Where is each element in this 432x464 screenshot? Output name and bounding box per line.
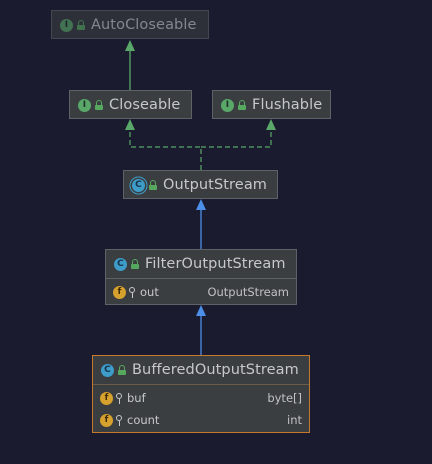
class-name: BufferedOutputStream <box>132 362 299 378</box>
protected-key-icon <box>129 287 135 298</box>
field-list: f out OutputStream <box>106 278 296 306</box>
node-bufferedoutputstream[interactable]: C BufferedOutputStream f buf byte[] f co… <box>92 355 310 433</box>
node-header: C BufferedOutputStream <box>93 356 309 384</box>
field-row[interactable]: f buf byte[] <box>93 387 309 409</box>
abstract-class-icon: C <box>132 178 145 192</box>
public-lock-icon <box>238 100 246 110</box>
class-name: AutoCloseable <box>91 17 197 33</box>
public-lock-icon <box>95 100 103 110</box>
uml-diagram-canvas: I AutoCloseable I Closeable I Flushable … <box>0 0 432 464</box>
field-icon: f <box>100 391 113 405</box>
field-name: out <box>140 285 159 299</box>
interface-icon: I <box>221 98 234 112</box>
field-name: count <box>127 413 160 427</box>
public-lock-icon <box>77 20 85 30</box>
node-closeable[interactable]: I Closeable <box>69 90 192 119</box>
field-type: OutputStream <box>207 285 289 299</box>
field-type: int <box>287 413 302 427</box>
field-list: f buf byte[] f count int <box>93 384 309 434</box>
class-name: OutputStream <box>163 177 268 193</box>
edge-filteroutputstream-extends-outputstream <box>196 199 206 249</box>
node-header: I AutoCloseable <box>52 11 208 39</box>
node-filteroutputstream[interactable]: C FilterOutputStream f out OutputStream <box>105 249 297 305</box>
field-icon: f <box>113 285 126 299</box>
node-autocloseable[interactable]: I AutoCloseable <box>51 10 209 39</box>
field-row[interactable]: f out OutputStream <box>106 281 296 303</box>
edge-closeable-extends-autocloseable <box>125 40 135 90</box>
interface-icon: I <box>78 98 91 112</box>
node-outputstream[interactable]: C OutputStream <box>123 170 278 199</box>
class-icon: C <box>101 363 114 377</box>
class-name: Closeable <box>109 97 181 113</box>
public-lock-icon <box>118 365 126 375</box>
field-row[interactable]: f count int <box>93 409 309 431</box>
class-name: FilterOutputStream <box>145 256 286 272</box>
field-icon: f <box>100 413 113 427</box>
edge-outputstream-implements-closeable <box>125 119 202 170</box>
node-header: I Flushable <box>213 91 330 119</box>
edge-outputstream-implements-flushable <box>201 119 276 148</box>
node-flushable[interactable]: I Flushable <box>212 90 331 119</box>
class-name: Flushable <box>252 97 323 113</box>
public-lock-icon <box>149 180 157 190</box>
public-lock-icon <box>131 259 139 269</box>
node-header: C OutputStream <box>124 171 277 199</box>
interface-icon: I <box>60 18 73 32</box>
class-icon: C <box>114 257 127 271</box>
field-name: buf <box>127 391 146 405</box>
field-type: byte[] <box>267 391 302 405</box>
node-header: C FilterOutputStream <box>106 250 296 278</box>
protected-key-icon <box>116 415 122 426</box>
protected-key-icon <box>116 393 122 404</box>
node-header: I Closeable <box>70 91 191 119</box>
edge-bufferedoutputstream-extends-filteroutputstream <box>196 305 206 355</box>
